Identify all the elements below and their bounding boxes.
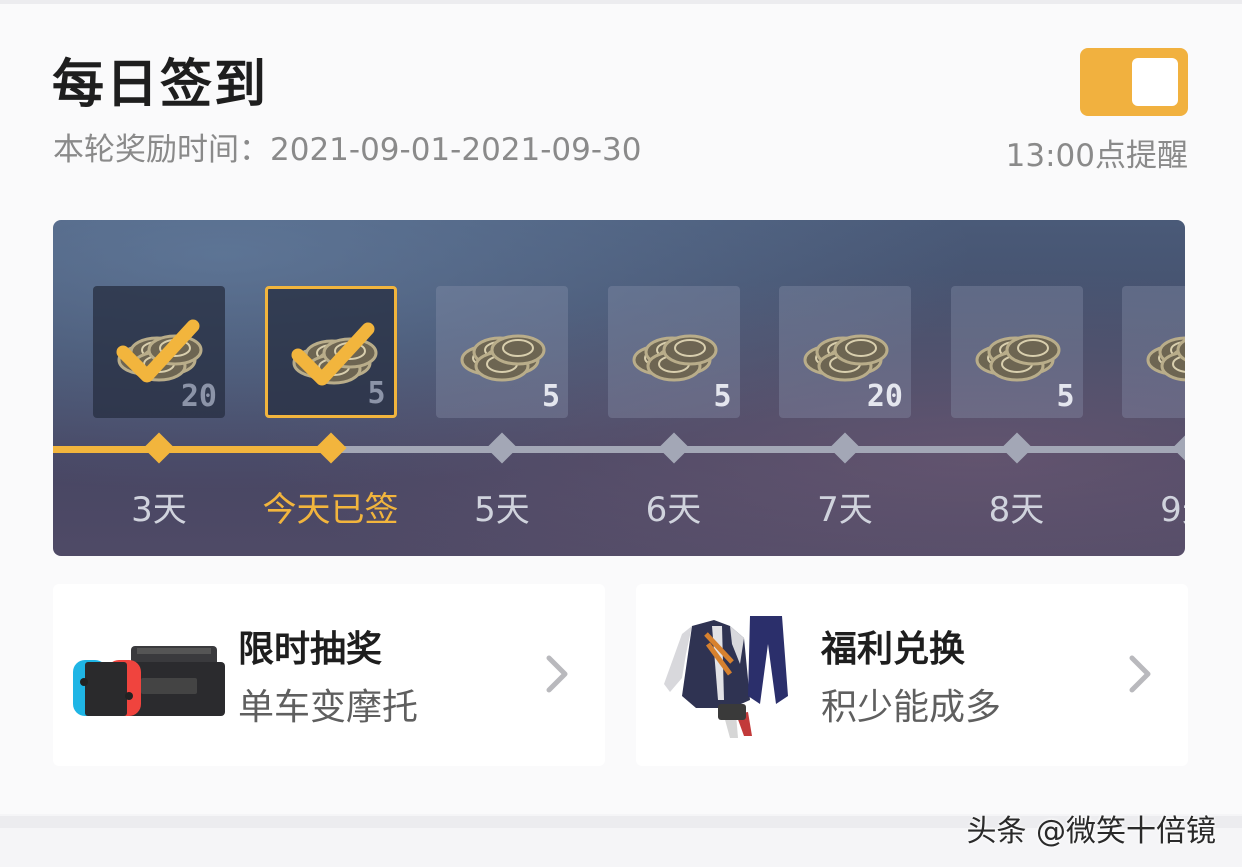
coin-stack-icon [1146, 336, 1185, 382]
toggle-knob [1132, 58, 1178, 106]
progress-track-done [53, 446, 333, 453]
checkin-day-card[interactable]: 5 [950, 286, 1083, 418]
reward-quantity: 5 [541, 379, 560, 414]
chevron-right-icon [1129, 655, 1151, 693]
reward-quantity: 20 [180, 379, 217, 414]
checkin-day-card[interactable]: 5 [264, 286, 397, 418]
reward-quantity: 20 [866, 379, 903, 414]
progress-track-remaining [333, 446, 1185, 453]
day-label: 6天 [645, 490, 702, 530]
reward-quantity: 5 [713, 379, 732, 414]
progress-node [143, 432, 175, 464]
reminder-toggle[interactable] [1080, 48, 1188, 116]
progress-node [657, 432, 690, 464]
reminder-time-label: 13:00点提醒 [1005, 138, 1188, 174]
progress-node [1000, 432, 1033, 464]
checkin-day-card[interactable]: 20 [779, 286, 911, 418]
progress-node [486, 432, 518, 464]
lottery-card[interactable]: 限时抽奖 单车变摩托 [53, 584, 605, 766]
checkin-day-card[interactable]: 5 [436, 286, 568, 418]
reward-quantity: 5 [1056, 379, 1075, 414]
outfit-icon [664, 616, 788, 738]
day-label: 9天 [1160, 490, 1185, 530]
day-label: 7天 [817, 490, 873, 530]
progress-node [314, 432, 347, 464]
promo-subtitle: 单车变摩托 [238, 687, 419, 728]
promo-subtitle: 积少能成多 [821, 687, 1002, 728]
daily-checkin-panel: 每日签到 本轮奖励时间：2021-09-01-2021-09-30 13:00点… [0, 4, 1242, 814]
progress-node [829, 432, 861, 464]
checkin-day-card[interactable]: 5 [607, 286, 740, 418]
checkin-day-card[interactable]: 20 [93, 286, 225, 418]
day-label: 3天 [131, 490, 187, 530]
checkin-day-card[interactable] [1122, 286, 1185, 418]
promo-title: 福利兑换 [821, 629, 966, 670]
reward-period-text: 本轮奖励时间：2021-09-01-2021-09-30 [53, 132, 642, 168]
chevron-right-icon [546, 655, 568, 693]
game-console-icon [73, 646, 225, 716]
watermark: 头条 @微笑十倍镜 [966, 814, 1216, 849]
progress-node [1172, 432, 1185, 464]
checkin-banner: 20 3天 5 今天已签 5 5天 5 6天 20 7天 5 8天 9天 [53, 220, 1185, 556]
welfare-exchange-card[interactable]: 福利兑换 积少能成多 [636, 584, 1188, 766]
day-label: 今天已签 [262, 490, 399, 530]
reward-quantity: 5 [367, 376, 386, 411]
promo-title: 限时抽奖 [238, 629, 383, 670]
day-label: 5天 [474, 490, 530, 530]
page-title: 每日签到 [52, 55, 269, 115]
day-label: 8天 [988, 490, 1045, 530]
